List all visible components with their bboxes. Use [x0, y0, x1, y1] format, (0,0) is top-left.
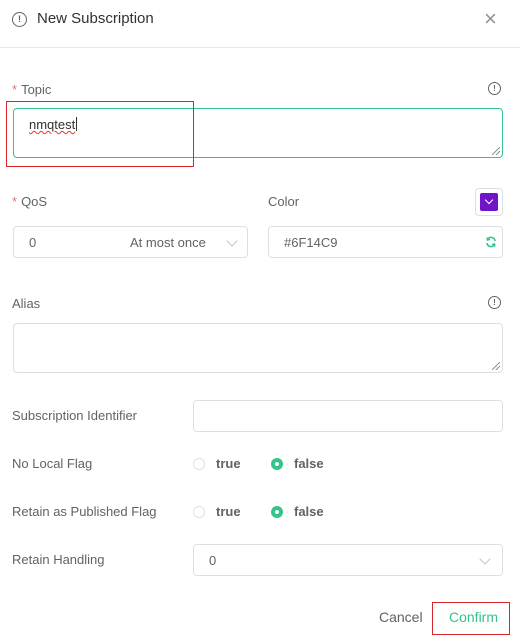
color-swatch [480, 193, 498, 211]
color-picker-button[interactable] [475, 188, 503, 216]
retain-handling-select[interactable]: 0 [193, 544, 503, 576]
retain-as-published-true-label[interactable]: true [216, 504, 241, 519]
subscription-identifier-label: Subscription Identifier [12, 408, 138, 423]
retain-as-published-true-radio[interactable] [193, 506, 205, 518]
chevron-down-icon [226, 235, 238, 247]
highlight-box-topic [6, 101, 194, 167]
chevron-down-icon [484, 195, 494, 205]
qos-label-text: QoS [21, 194, 48, 209]
color-label: Color [268, 194, 300, 209]
qos-select[interactable]: 0 At most once [13, 226, 248, 258]
alias-input[interactable] [13, 323, 503, 373]
required-mark: * [12, 82, 18, 97]
refresh-icon[interactable] [485, 236, 497, 248]
topic-label-text: Topic [21, 82, 52, 97]
qos-option-text: At most once [130, 235, 206, 250]
chevron-down-icon [479, 553, 491, 565]
resize-handle-icon[interactable] [492, 147, 500, 155]
retain-as-published-false-label[interactable]: false [294, 504, 324, 519]
cancel-button[interactable]: Cancel [379, 609, 423, 625]
retain-as-published-false-radio[interactable] [271, 506, 283, 518]
close-icon[interactable]: × [484, 8, 497, 30]
retain-as-published-label: Retain as Published Flag [12, 504, 157, 519]
no-local-flag-label: No Local Flag [12, 456, 93, 471]
retain-handling-label: Retain Handling [12, 552, 105, 567]
info-icon: ! [12, 12, 27, 27]
dialog-title: New Subscription [37, 10, 154, 27]
retain-handling-value: 0 [209, 553, 217, 568]
no-local-false-radio[interactable] [271, 458, 283, 470]
required-mark: * [12, 194, 18, 209]
no-local-true-label[interactable]: true [216, 456, 241, 471]
highlight-box-confirm [432, 602, 510, 635]
topic-help-icon[interactable]: ! [488, 82, 501, 95]
alias-help-icon[interactable]: ! [488, 296, 501, 309]
color-value: #6F14C9 [284, 235, 338, 250]
topic-label: * Topic [12, 82, 51, 97]
qos-label: * QoS [12, 194, 47, 209]
color-input[interactable]: #6F14C9 [268, 226, 503, 258]
alias-label: Alias [12, 296, 41, 311]
resize-handle-icon[interactable] [492, 362, 500, 370]
no-local-false-label[interactable]: false [294, 456, 324, 471]
subscription-identifier-input[interactable] [193, 400, 503, 432]
no-local-true-radio[interactable] [193, 458, 205, 470]
qos-value: 0 [29, 235, 37, 250]
